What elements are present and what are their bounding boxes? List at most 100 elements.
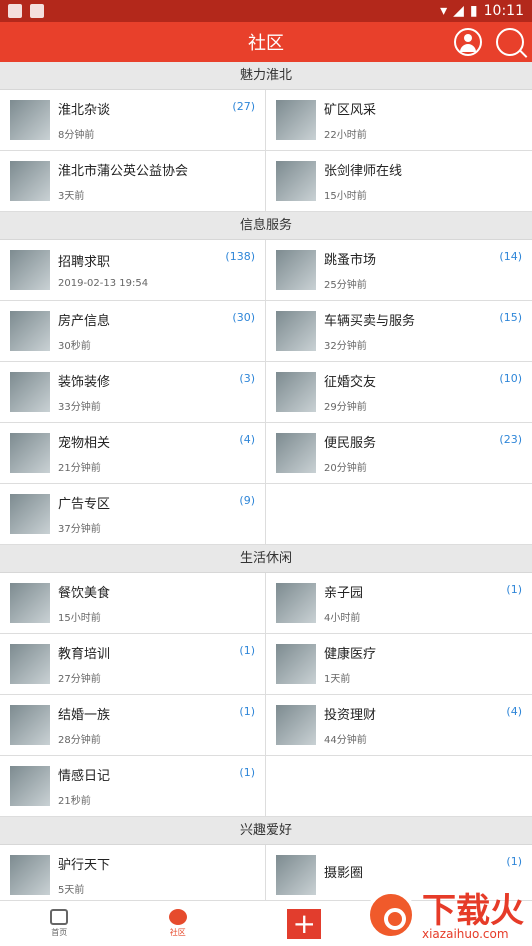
forum-item[interactable]: 宠物相关 21分钟前 (4) [0,423,266,484]
forum-item[interactable]: 淮北杂谈 8分钟前 (27) [0,90,266,151]
forum-count: (27) [232,100,255,113]
forum-item[interactable]: 跳蚤市场 25分钟前 (14) [266,240,532,301]
forum-count: (138) [225,250,255,263]
forum-count: (1) [239,766,255,779]
section-3: 生活休闲 餐饮美食 15小时前 亲子园 4小时前 (1) 教育培训 27分钟前 (1) 健… [0,545,532,817]
forum-item[interactable]: 投资理财 44分钟前 (4) [266,695,532,756]
forum-time: 29分钟前 [324,402,367,413]
tab-label: 社区 [169,928,186,937]
forum-time: 44分钟前 [324,735,367,746]
forum-thumbnail [276,705,316,745]
watermark-text: 下载火 xiazaihuo.com [422,894,524,940]
section-title: 兴趣爱好 [0,817,532,844]
forum-item[interactable]: 招聘求职 2019-02-13 19:54 (138) [0,240,266,301]
forum-time: 15小时前 [58,613,101,624]
forum-thumbnail [276,433,316,473]
forum-thumbnail [10,161,50,201]
forum-item[interactable]: 车辆买卖与服务 32分钟前 (15) [266,301,532,362]
forum-title: 广告专区 [58,497,111,512]
forum-item[interactable]: 淮北市蒲公英公益协会 3天前 [0,151,266,212]
forum-count: (15) [499,311,522,324]
forum-count: (1) [506,583,522,596]
forum-title: 矿区风采 [324,103,377,118]
section-grid: 餐饮美食 15小时前 亲子园 4小时前 (1) 教育培训 27分钟前 (1) 健康医疗 1天… [0,572,532,817]
empty-slot [266,756,532,817]
forum-title: 跳蚤市场 [324,253,377,268]
forum-title: 摄影圈 [324,865,364,881]
forum-title: 情感日记 [58,769,111,784]
forum-item[interactable]: 广告专区 37分钟前 (9) [0,484,266,545]
page-title: 社区 [248,33,284,54]
forum-time: 28分钟前 [58,735,101,746]
forum-thumbnail [276,250,316,290]
forum-time: 21分钟前 [58,463,101,474]
forum-time: 5天前 [58,885,85,896]
forum-title: 健康医疗 [324,647,377,662]
forum-time: 22小时前 [324,130,367,141]
forum-item[interactable]: 房产信息 30秒前 (30) [0,301,266,362]
signal-icon: ◢ [453,3,464,19]
forum-thumbnail [276,161,316,201]
forum-item[interactable]: 情感日记 21秒前 (1) [0,756,266,817]
empty-slot [266,484,532,545]
forum-time: 30秒前 [58,341,91,352]
tab-home[interactable]: 首页 [50,909,69,938]
forum-thumbnail [276,583,316,623]
forum-count: (1) [239,644,255,657]
forum-title: 房产信息 [58,314,111,329]
forum-time: 21秒前 [58,796,91,807]
forum-item[interactable]: 张剑律师在线 15小时前 [266,151,532,212]
forum-item[interactable]: 餐饮美食 15小时前 [0,573,266,634]
status-bar: ▾ ◢ ▮ 10:11 [0,0,532,22]
forum-time: 3天前 [58,191,85,202]
notification-icon [8,4,22,18]
section-title: 生活休闲 [0,545,532,572]
forum-item[interactable]: 矿区风采 22小时前 [266,90,532,151]
forum-count: (10) [499,372,522,385]
forum-item[interactable]: 征婚交友 29分钟前 (10) [266,362,532,423]
forum-thumbnail [276,644,316,684]
plus-icon[interactable]: + [287,908,322,939]
header-actions [454,28,524,56]
forum-thumbnail [10,311,50,351]
community-icon [168,909,187,925]
forum-title: 张剑律师在线 [324,164,403,179]
home-icon [50,909,69,925]
forum-thumbnail [10,583,50,623]
forum-title: 结婚一族 [58,708,111,723]
app-icon [30,4,44,18]
forum-item[interactable]: 驴行天下 5天前 [0,845,266,900]
forum-time: 8分钟前 [58,130,95,141]
wifi-icon: ▾ [440,3,448,19]
forum-count: (3) [239,372,255,385]
forum-title: 投资理财 [324,708,377,723]
forum-thumbnail [10,100,50,140]
section-1: 魅力淮北 淮北杂谈 8分钟前 (27) 矿区风采 22小时前 淮北市蒲公英公益协会 3天… [0,62,532,212]
status-right: ▾ ◢ ▮ 10:11 [440,3,524,19]
forum-item[interactable]: 健康医疗 1天前 [266,634,532,695]
watermark-sub: xiazaihuo.com [422,927,509,941]
forum-title: 教育培训 [58,647,111,662]
tab-community[interactable]: 社区 [168,909,187,938]
forum-count: (4) [239,433,255,446]
forum-item[interactable]: 教育培训 27分钟前 (1) [0,634,266,695]
forum-title: 淮北市蒲公英公益协会 [58,164,189,179]
search-icon[interactable] [496,28,524,56]
forum-time: 32分钟前 [324,341,367,352]
bottom-nav: 首页 社区 + 下载火 xiazaihuo.com [0,890,532,946]
forum-thumbnail [10,644,50,684]
section-2: 信息服务 招聘求职 2019-02-13 19:54 (138) 跳蚤市场 25分钟前… [0,212,532,545]
forum-thumbnail [10,855,50,895]
user-icon[interactable] [454,28,482,56]
forum-thumbnail [276,311,316,351]
forum-thumbnail [276,855,316,895]
forum-time: 25分钟前 [324,280,367,291]
app-header: 社区 [0,22,532,62]
download-icon [366,890,416,940]
forum-item[interactable]: 亲子园 4小时前 (1) [266,573,532,634]
forum-item[interactable]: 便民服务 20分钟前 (23) [266,423,532,484]
forum-thumbnail [10,433,50,473]
forum-item[interactable]: 装饰装修 33分钟前 (3) [0,362,266,423]
forum-item[interactable]: 结婚一族 28分钟前 (1) [0,695,266,756]
section-grid: 招聘求职 2019-02-13 19:54 (138) 跳蚤市场 25分钟前 (14) … [0,239,532,545]
